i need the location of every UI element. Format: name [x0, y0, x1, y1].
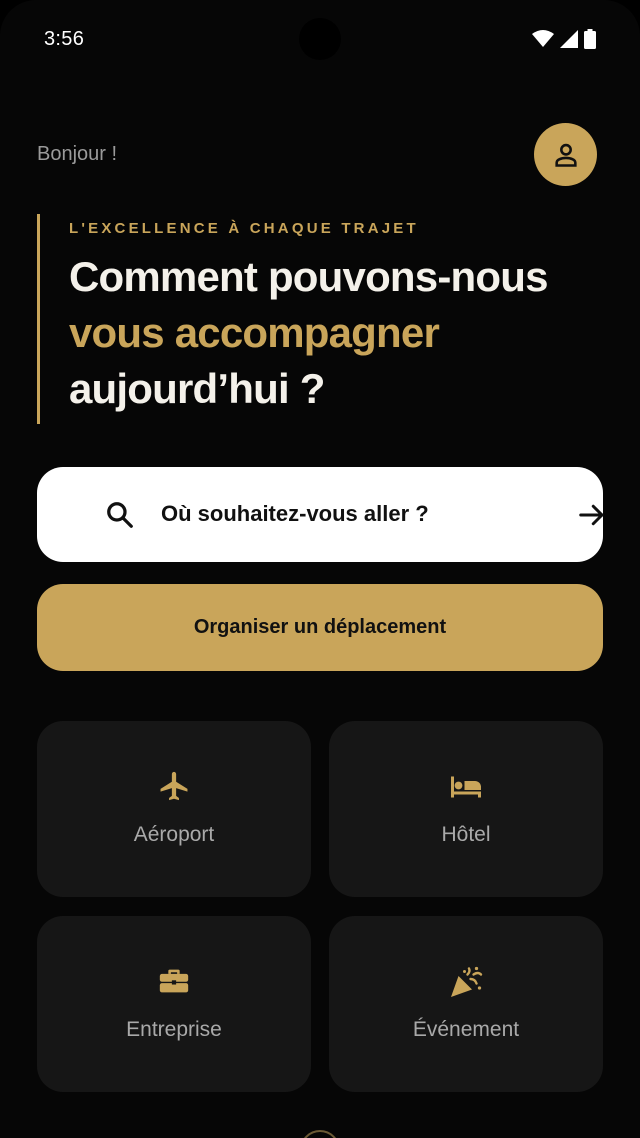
category-label: Hôtel — [441, 823, 491, 846]
battery-icon — [584, 29, 596, 49]
category-business[interactable]: Entreprise — [37, 916, 311, 1092]
status-time: 3:56 — [44, 28, 85, 50]
hero-block: L'EXCELLENCE À CHAQUE TRAJET Comment pou… — [37, 214, 617, 424]
headline-line-1: Comment pouvons-nous — [69, 253, 548, 300]
search-placeholder: Où souhaitez-vous aller ? — [161, 501, 429, 526]
category-label: Entreprise — [126, 1018, 222, 1041]
camera-cutout — [299, 18, 341, 60]
person-icon — [554, 143, 577, 167]
wifi-icon — [532, 30, 554, 47]
status-bar: 3:56 — [0, 0, 640, 80]
category-airport[interactable]: Aéroport — [37, 721, 311, 897]
headline-line-3: aujourd’hui ? — [69, 365, 325, 412]
search-icon — [107, 502, 133, 528]
signal-icon — [560, 30, 578, 48]
category-label: Aéroport — [133, 823, 215, 846]
briefcase-icon — [159, 969, 189, 993]
app-screen: 3:56 Bonjour ! L'EXCELLENCE À CHAQUE TRA… — [0, 0, 640, 1138]
category-hotel[interactable]: Hôtel — [329, 721, 603, 897]
search-input[interactable]: Où souhaitez-vous aller ? — [37, 467, 604, 562]
organize-trip-button[interactable]: Organiser un déplacement — [37, 584, 603, 671]
status-icons — [532, 29, 596, 49]
profile-button[interactable] — [534, 123, 597, 186]
category-event[interactable]: Événement — [329, 916, 603, 1092]
tagline: L'EXCELLENCE À CHAQUE TRAJET — [69, 220, 419, 237]
party-popper-icon — [451, 966, 483, 997]
category-label: Événement — [412, 1018, 520, 1041]
greeting-text: Bonjour ! — [37, 143, 118, 165]
arrow-right-icon[interactable] — [577, 500, 607, 530]
headline-line-2: vous accompagner — [69, 309, 440, 356]
airplane-icon — [160, 771, 188, 801]
bottom-nav-indicator — [300, 1130, 340, 1138]
bed-icon — [451, 776, 481, 798]
hero-headline: Comment pouvons-nous vous accompagner au… — [69, 249, 617, 417]
